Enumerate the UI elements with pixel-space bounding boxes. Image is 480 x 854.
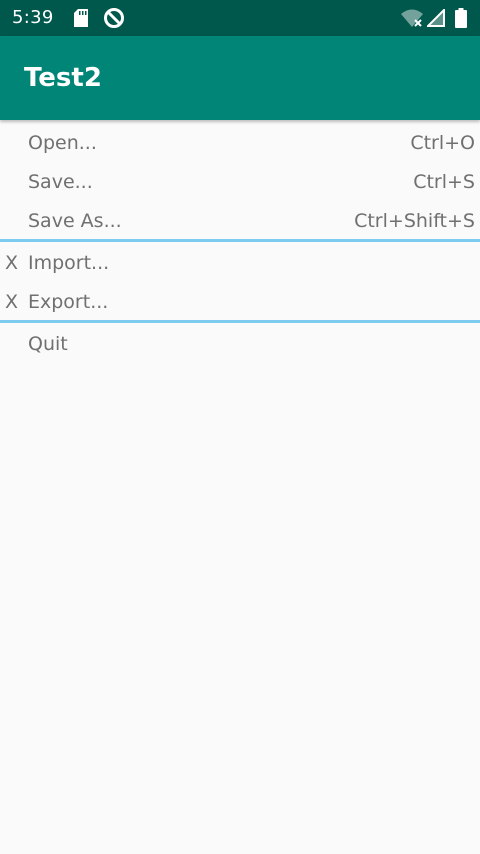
menu-item-save[interactable]: Save... Ctrl+S [0, 161, 480, 200]
menu-item-label: Save As... [28, 210, 122, 232]
menu-item-shortcut: Ctrl+Shift+S [354, 210, 475, 232]
sd-card-icon [72, 0, 90, 36]
menu-list: Open... Ctrl+O Save... Ctrl+S Save As...… [0, 120, 480, 362]
data-saver-icon [102, 0, 126, 36]
menu-item-shortcut: Ctrl+S [413, 171, 475, 193]
menu-item-quit[interactable]: Quit [0, 323, 480, 362]
menu-item-import[interactable]: X Import... [0, 242, 480, 281]
app-bar: Test2 [0, 36, 480, 120]
status-time: 5:39 [12, 7, 54, 28]
menu-item-export[interactable]: X Export... [0, 281, 480, 320]
app-title: Test2 [24, 63, 102, 93]
wifi-off-icon [400, 0, 424, 36]
menu-item-label: Quit [28, 333, 68, 355]
menu-item-label: Save... [28, 171, 93, 193]
signal-icon [426, 0, 446, 36]
menu-item-mark: X [5, 291, 19, 313]
battery-icon [454, 0, 468, 36]
menu-item-label: Import... [28, 252, 110, 274]
menu-item-shortcut: Ctrl+O [410, 132, 475, 154]
status-bar: 5:39 [0, 0, 480, 36]
menu-item-save-as[interactable]: Save As... Ctrl+Shift+S [0, 200, 480, 239]
menu-item-open[interactable]: Open... Ctrl+O [0, 122, 480, 161]
menu-item-mark: X [5, 252, 19, 274]
menu-item-label: Export... [28, 291, 109, 313]
menu-item-label: Open... [28, 132, 97, 154]
